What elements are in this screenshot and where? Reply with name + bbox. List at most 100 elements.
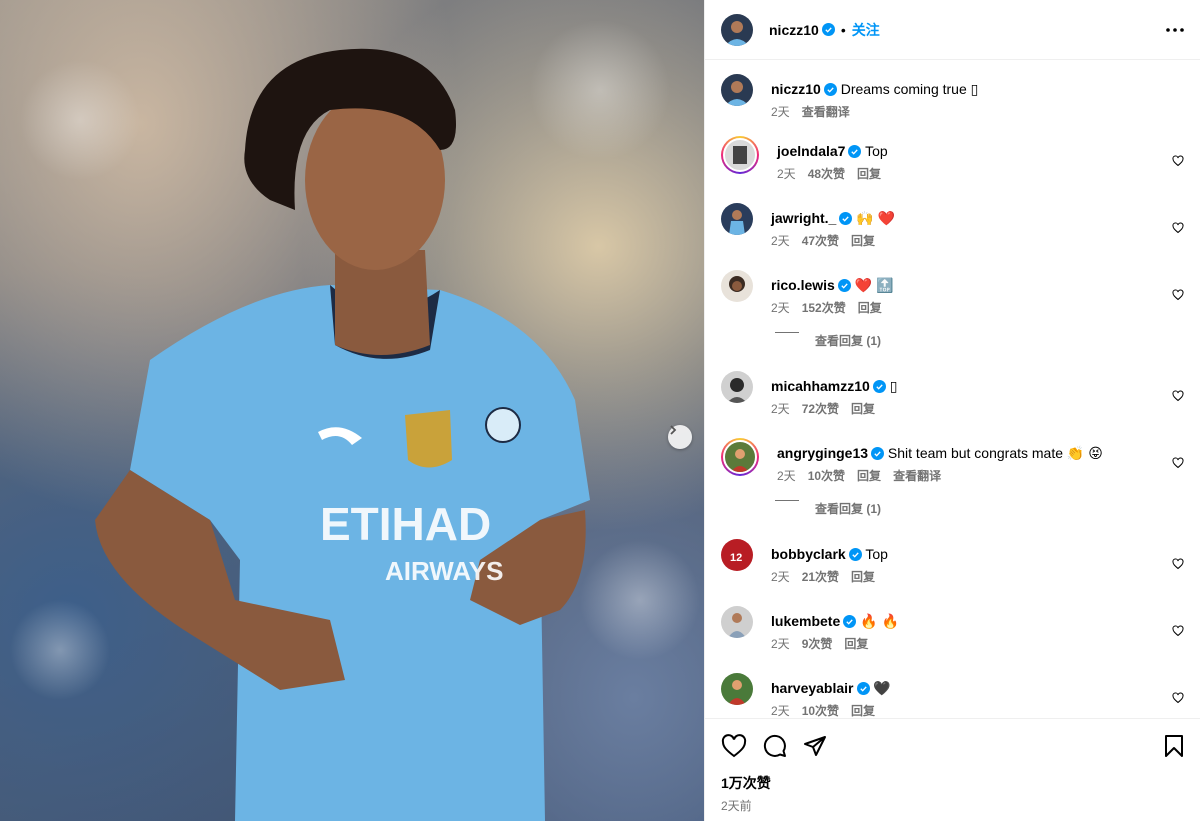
commenter-username[interactable]: jawright._ [771,210,836,226]
view-replies-button[interactable]: 查看回复 (1) [775,330,1184,371]
commenter-username[interactable]: joelndala7 [777,143,845,159]
verified-badge-icon [871,447,885,460]
post-panel: niczz10 • 关注 niczz10 Dreams coming true … [704,0,1200,821]
commenter-username[interactable]: micahhamzz10 [771,378,870,394]
author-avatar[interactable] [721,13,753,46]
player-photo: ETIHAD AIRWAYS [10,20,700,821]
post-date[interactable]: 2天前 [721,797,1184,814]
commenter-avatar[interactable] [721,606,753,638]
commenter-avatar[interactable] [721,270,753,302]
comment-time[interactable]: 2天 [771,402,790,416]
view-replies-label: 查看回复 (1) [815,502,882,516]
commenter-username[interactable]: harveyablair [771,680,854,696]
comment-item: harveyablair 🖤 2天 10次赞 回复 [721,673,1184,718]
translate-link[interactable]: 查看翻译 [893,469,941,483]
next-image-button[interactable] [668,425,692,449]
comment-likes[interactable]: 47次赞 [802,234,839,248]
view-replies-button[interactable]: 查看回复 (1) [775,498,1184,539]
verified-badge-icon [856,682,870,695]
like-comment-heart-icon[interactable] [1172,390,1184,402]
caption: niczz10 Dreams coming true ▯ 2天 查看翻译 [721,74,1184,136]
comment-time[interactable]: 2天 [771,570,790,584]
like-comment-heart-icon[interactable] [1172,457,1184,469]
comment-time[interactable]: 2天 [771,704,790,718]
reply-button[interactable]: 回复 [851,704,875,718]
save-button[interactable] [1164,734,1184,758]
verified-badge-icon [848,145,862,158]
comments-list[interactable]: niczz10 Dreams coming true ▯ 2天 查看翻译 joel… [705,60,1200,718]
commenter-avatar[interactable] [721,136,759,174]
more-options-button[interactable] [1166,27,1184,32]
bookmark-icon [1165,735,1183,757]
verified-badge-icon [823,83,837,96]
post-image: ETIHAD AIRWAYS [0,0,704,821]
commenter-avatar[interactable] [721,438,759,476]
svg-text:ETIHAD: ETIHAD [320,498,491,550]
commenter-username[interactable]: rico.lewis [771,277,835,293]
comment-likes[interactable]: 72次赞 [802,402,839,416]
commenter-username[interactable]: angryginge13 [777,445,868,461]
reply-button[interactable]: 回复 [857,167,881,181]
like-comment-heart-icon[interactable] [1172,289,1184,301]
comment-time[interactable]: 2天 [771,234,790,248]
post-actions: 1万次赞 2天前 [705,718,1200,821]
comment-likes[interactable]: 152次赞 [802,301,846,315]
replies-divider [775,500,799,501]
comment-time[interactable]: 2天 [771,301,790,315]
verified-badge-icon [821,23,835,36]
comment-likes[interactable]: 10次赞 [808,469,845,483]
comment-text: Top [865,143,888,159]
likes-count[interactable]: 1万次赞 [721,773,1184,793]
like-comment-heart-icon[interactable] [1172,558,1184,570]
comment-text: 🖤 [873,680,891,696]
verified-badge-icon [837,279,851,292]
author-username[interactable]: niczz10 [769,22,819,38]
comment-time[interactable]: 2天 [777,167,796,181]
send-icon [804,736,826,756]
reply-button[interactable]: 回复 [851,402,875,416]
like-comment-heart-icon[interactable] [1172,222,1184,234]
commenter-avatar[interactable]: 12 [721,539,753,571]
like-comment-heart-icon[interactable] [1172,155,1184,167]
separator-dot: • [840,21,846,38]
comment-text: ▯ [889,378,898,394]
commenter-avatar[interactable] [721,673,753,705]
translate-link[interactable]: 查看翻译 [802,105,850,119]
comment-item: 12 bobbyclark Top 2天 21次赞 回复 [721,539,1184,606]
author-avatar[interactable] [721,74,753,106]
verified-badge-icon [872,380,886,393]
comment-bubble-icon [763,734,786,757]
comment-time[interactable]: 2天 [771,637,790,651]
share-button[interactable] [803,734,827,758]
like-button[interactable] [721,734,747,758]
comment-likes[interactable]: 21次赞 [802,570,839,584]
reply-button[interactable]: 回复 [851,234,875,248]
caption-time[interactable]: 2天 [771,105,790,119]
comment-item: lukembete 🔥 🔥 2天 9次赞 回复 [721,606,1184,673]
comment-text: Shit team but congrats mate 👏 😝 [887,445,1103,461]
chevron-right-icon [670,425,677,435]
reply-button[interactable]: 回复 [851,570,875,584]
like-comment-heart-icon[interactable] [1172,692,1184,704]
verified-badge-icon [839,212,853,225]
commenter-avatar[interactable] [721,371,753,403]
comment-likes[interactable]: 10次赞 [802,704,839,718]
comment-button[interactable] [763,734,787,758]
replies-divider [775,332,799,333]
verified-badge-icon [848,548,862,561]
comment-item: jawright._ 🙌 ❤️ 2天 47次赞 回复 [721,203,1184,270]
post-header: niczz10 • 关注 [705,0,1200,60]
reply-button[interactable]: 回复 [858,301,882,315]
comment-likes[interactable]: 9次赞 [802,637,833,651]
commenter-username[interactable]: lukembete [771,613,840,629]
follow-button[interactable]: 关注 [852,20,880,40]
comment-likes[interactable]: 48次赞 [808,167,845,181]
like-comment-heart-icon[interactable] [1172,625,1184,637]
caption-username[interactable]: niczz10 [771,81,821,97]
commenter-avatar[interactable] [721,203,753,235]
commenter-username[interactable]: bobbyclark [771,546,846,562]
reply-button[interactable]: 回复 [857,469,881,483]
verified-badge-icon [843,615,857,628]
reply-button[interactable]: 回复 [844,637,868,651]
comment-time[interactable]: 2天 [777,469,796,483]
